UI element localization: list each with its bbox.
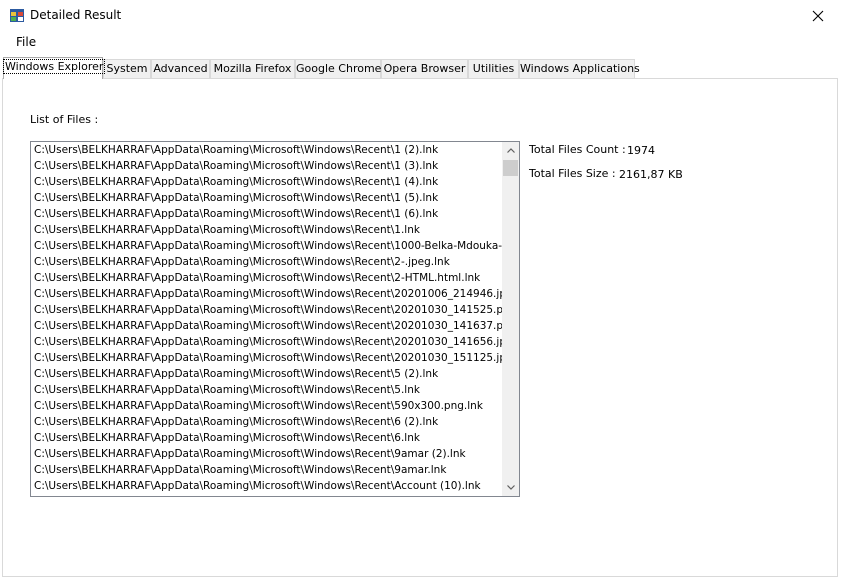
tab-strip: Windows Explorer System Advanced Mozilla… [2, 57, 841, 79]
list-item[interactable]: C:\Users\BELKHARRAF\AppData\Roaming\Micr… [31, 350, 503, 366]
tab-label: Mozilla Firefox [213, 62, 292, 75]
app-window-icon [10, 9, 24, 22]
tab-label: Opera Browser [383, 62, 466, 75]
list-item[interactable]: C:\Users\BELKHARRAF\AppData\Roaming\Micr… [31, 318, 503, 334]
list-item[interactable]: C:\Users\BELKHARRAF\AppData\Roaming\Micr… [31, 462, 503, 478]
tab-windows-applications[interactable]: Windows Applications [519, 59, 640, 78]
list-item[interactable]: C:\Users\BELKHARRAF\AppData\Roaming\Micr… [31, 430, 503, 446]
list-item[interactable]: C:\Users\BELKHARRAF\AppData\Roaming\Micr… [31, 366, 503, 382]
tab-label: Google Chrome [296, 62, 382, 75]
list-item[interactable]: C:\Users\BELKHARRAF\AppData\Roaming\Micr… [31, 446, 503, 462]
list-item[interactable]: C:\Users\BELKHARRAF\AppData\Roaming\Micr… [31, 286, 503, 302]
tab-windows-explorer[interactable]: Windows Explorer [2, 57, 106, 79]
tab-label: Advanced [153, 62, 208, 75]
tab-utilities[interactable]: Utilities [468, 59, 519, 78]
list-of-files-label: List of Files : [30, 113, 99, 126]
total-files-size-label: Total Files Size : [529, 167, 616, 180]
vertical-scrollbar[interactable] [502, 142, 519, 496]
tab-advanced[interactable]: Advanced [151, 59, 210, 78]
list-item[interactable]: C:\Users\BELKHARRAF\AppData\Roaming\Micr… [31, 302, 503, 318]
close-icon [812, 10, 824, 21]
menu-file[interactable]: File [16, 35, 36, 49]
list-item[interactable]: C:\Users\BELKHARRAF\AppData\Roaming\Micr… [31, 270, 503, 286]
total-files-size-value: 2161,87 KB [619, 168, 683, 181]
tab-google-chrome[interactable]: Google Chrome [295, 59, 381, 78]
scrollbar-thumb[interactable] [503, 160, 518, 176]
title-bar: Detailed Result [0, 0, 841, 31]
menu-bar: File [0, 33, 841, 53]
scroll-down-button[interactable] [502, 479, 519, 496]
file-list-items: C:\Users\BELKHARRAF\AppData\Roaming\Micr… [31, 142, 503, 494]
tab-opera-browser[interactable]: Opera Browser [381, 59, 468, 78]
tab-mozilla-firefox[interactable]: Mozilla Firefox [210, 59, 295, 78]
list-item[interactable]: C:\Users\BELKHARRAF\AppData\Roaming\Micr… [31, 382, 503, 398]
total-files-count-value: 1974 [627, 144, 655, 157]
tab-label: Windows Explorer [2, 59, 106, 74]
window-title: Detailed Result [30, 8, 122, 22]
scroll-up-button[interactable] [502, 142, 519, 159]
total-files-count-label: Total Files Count : [529, 143, 626, 156]
list-item[interactable]: C:\Users\BELKHARRAF\AppData\Roaming\Micr… [31, 174, 503, 190]
list-item[interactable]: C:\Users\BELKHARRAF\AppData\Roaming\Micr… [31, 254, 503, 270]
list-item[interactable]: C:\Users\BELKHARRAF\AppData\Roaming\Micr… [31, 398, 503, 414]
chevron-down-icon [506, 485, 515, 490]
tab-label: Utilities [472, 62, 515, 75]
list-item[interactable]: C:\Users\BELKHARRAF\AppData\Roaming\Micr… [31, 158, 503, 174]
close-button[interactable] [795, 0, 841, 31]
list-item[interactable]: C:\Users\BELKHARRAF\AppData\Roaming\Micr… [31, 414, 503, 430]
list-item[interactable]: C:\Users\BELKHARRAF\AppData\Roaming\Micr… [31, 206, 503, 222]
list-item[interactable]: C:\Users\BELKHARRAF\AppData\Roaming\Micr… [31, 334, 503, 350]
list-item[interactable]: C:\Users\BELKHARRAF\AppData\Roaming\Micr… [31, 222, 503, 238]
tab-system[interactable]: System [103, 59, 151, 78]
list-item[interactable]: C:\Users\BELKHARRAF\AppData\Roaming\Micr… [31, 142, 503, 158]
tab-label: Windows Applications [520, 62, 640, 75]
list-item[interactable]: C:\Users\BELKHARRAF\AppData\Roaming\Micr… [31, 478, 503, 494]
tab-panel: List of Files : C:\Users\BELKHARRAF\AppD… [2, 78, 838, 577]
list-item[interactable]: C:\Users\BELKHARRAF\AppData\Roaming\Micr… [31, 190, 503, 206]
tab-label: System [106, 62, 148, 75]
list-item[interactable]: C:\Users\BELKHARRAF\AppData\Roaming\Micr… [31, 238, 503, 254]
file-listbox[interactable]: C:\Users\BELKHARRAF\AppData\Roaming\Micr… [30, 141, 520, 497]
chevron-up-icon [506, 148, 515, 153]
